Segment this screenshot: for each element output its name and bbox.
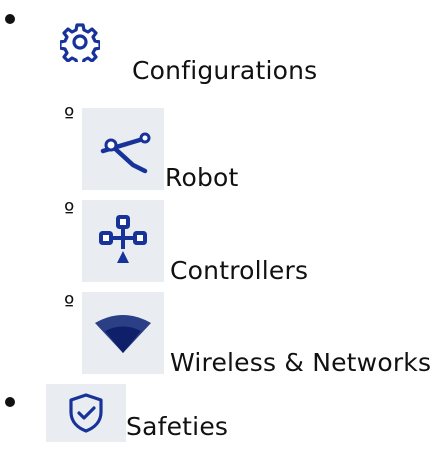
controller-nodes-icon <box>99 215 147 263</box>
list-bullet <box>5 397 15 407</box>
wifi-icon-tile[interactable] <box>82 292 164 374</box>
shield-check-icon <box>69 393 103 433</box>
gear-icon <box>60 23 100 62</box>
wifi-icon <box>95 315 151 353</box>
robot-arm-icon <box>100 132 151 174</box>
menu-item-robot[interactable]: Robot <box>165 163 239 193</box>
menu-item-wireless-networks[interactable]: Wireless & Networks <box>170 348 431 378</box>
menu-item-safeties[interactable]: Safeties <box>126 412 228 442</box>
menu-item-configurations[interactable]: Configurations <box>60 22 340 92</box>
sub-list-bullet: º <box>64 199 75 224</box>
list-bullet <box>5 14 15 24</box>
menu-item-controllers[interactable]: Controllers <box>170 256 308 286</box>
sub-list-bullet: º <box>64 104 75 129</box>
controller-nodes-icon-tile[interactable] <box>82 200 164 282</box>
menu-item-label: Configurations <box>132 56 318 85</box>
sub-list-bullet: º <box>64 292 75 317</box>
shield-check-icon-tile[interactable] <box>46 384 126 442</box>
robot-arm-icon-tile[interactable] <box>82 108 164 190</box>
